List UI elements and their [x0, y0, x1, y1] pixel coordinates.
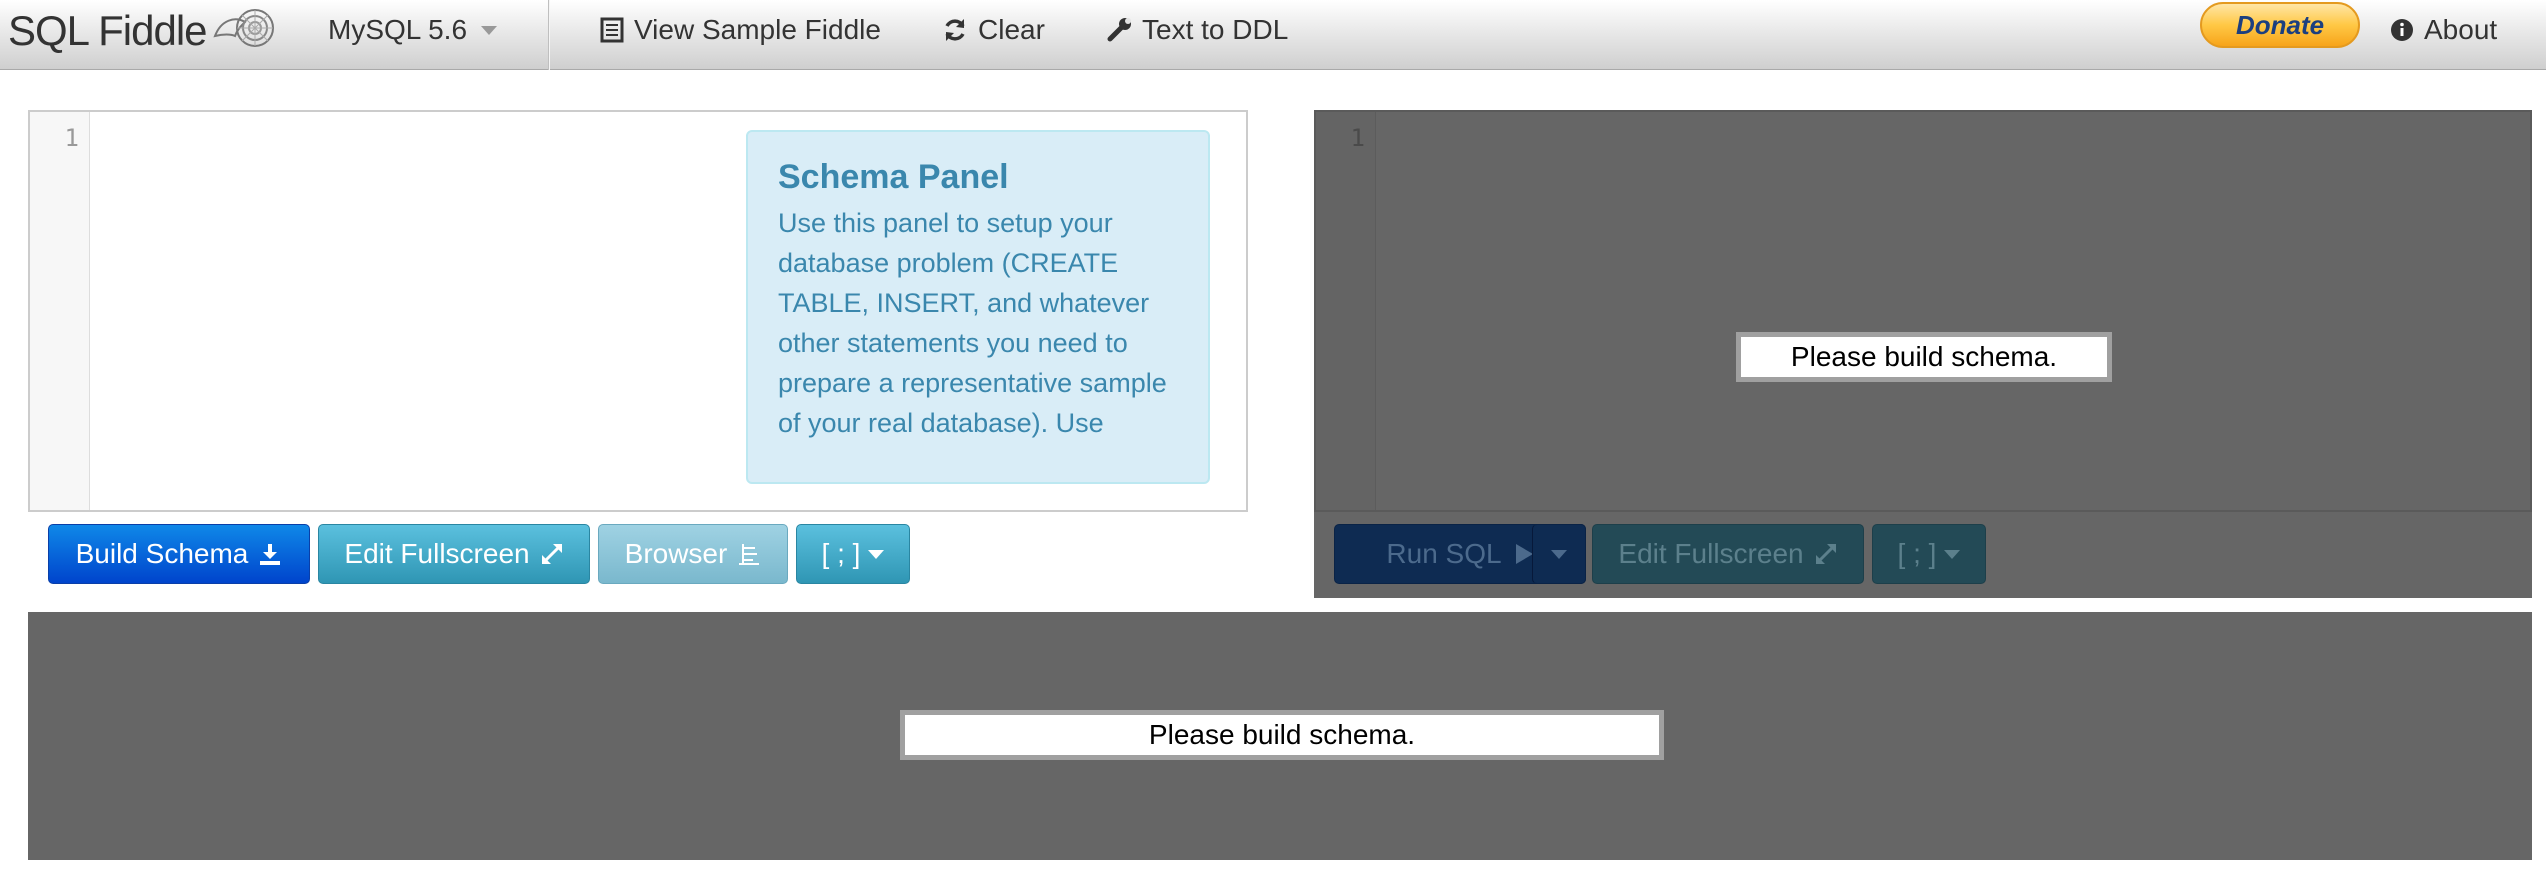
build-schema-button[interactable]: Build Schema	[48, 524, 310, 584]
donate-button[interactable]: Donate	[2200, 2, 2360, 48]
query-terminator-label: [ ; ]	[1897, 538, 1937, 569]
query-editor-gutter: 1	[1316, 112, 1376, 510]
browser-button[interactable]: Browser	[598, 524, 788, 584]
download-icon	[260, 544, 281, 565]
brand-name: SQL Fiddle	[8, 7, 208, 54]
view-sample-fiddle-link[interactable]: View Sample Fiddle	[600, 0, 881, 60]
schema-help-title: Schema Panel	[778, 158, 1009, 196]
line-number: 1	[1350, 124, 1365, 152]
refresh-icon	[945, 19, 965, 41]
clear-label: Clear	[978, 14, 1045, 45]
chevron-down-icon	[1944, 549, 1961, 559]
run-sql-options-dropdown[interactable]	[1532, 524, 1586, 584]
schema-statement-terminator-dropdown[interactable]: [ ; ]	[796, 524, 910, 584]
top-navbar: SQL Fiddle MySQL 5.6 View Sample Fiddle	[0, 0, 2546, 70]
wrench-icon	[1107, 18, 1131, 42]
info-circle-icon	[2391, 19, 2413, 41]
schema-edit-fullscreen-button[interactable]: Edit Fullscreen	[318, 524, 590, 584]
database-version-label: MySQL 5.6	[328, 14, 468, 45]
schema-editor[interactable]: 1 Schema Panel Use this panel to setup y…	[28, 110, 1248, 512]
document-list-icon	[600, 17, 624, 43]
play-icon	[1515, 544, 1533, 564]
browser-label: Browser	[624, 538, 728, 569]
query-statement-terminator-dropdown[interactable]: [ ; ]	[1872, 524, 1986, 584]
expand-icon	[1815, 544, 1836, 564]
donate-label: Donate	[2235, 9, 2325, 40]
query-build-schema-message: Please build schema.	[1736, 332, 2112, 382]
schema-edit-fullscreen-label: Edit Fullscreen	[344, 538, 530, 569]
chevron-down-icon	[868, 549, 885, 559]
schema-terminator-label: [ ; ]	[821, 538, 861, 569]
run-sql-label: Run SQL	[1386, 538, 1502, 569]
query-edit-fullscreen-button[interactable]: Edit Fullscreen	[1592, 524, 1864, 584]
query-edit-fullscreen-label: Edit Fullscreen	[1618, 538, 1804, 569]
query-build-schema-text: Please build schema.	[1790, 341, 2058, 372]
results-panel: Please build schema.	[28, 612, 2532, 860]
about-label: About	[2424, 14, 2498, 45]
chevron-down-icon	[481, 25, 498, 35]
schema-help-text: Use this panel to setup your database pr…	[778, 208, 1167, 438]
text-to-ddl-link[interactable]: Text to DDL	[1106, 0, 1288, 60]
schema-editor-gutter: 1	[30, 112, 90, 510]
brand-logo-link[interactable]: SQL Fiddle	[8, 0, 277, 62]
about-link[interactable]: About	[2390, 0, 2497, 60]
schema-help-popover: Schema Panel Use this panel to setup you…	[746, 130, 1210, 484]
line-number: 1	[64, 124, 79, 152]
text-to-ddl-label: Text to DDL	[1142, 14, 1289, 45]
results-build-schema-text: Please build schema.	[1148, 719, 1416, 750]
database-version-dropdown[interactable]: MySQL 5.6	[328, 0, 498, 60]
query-panel: 1 Please build schema. Run SQL Edit Full…	[1314, 110, 2532, 598]
query-editor[interactable]: 1	[1314, 110, 2532, 512]
expand-icon	[541, 544, 562, 564]
clear-link[interactable]: Clear	[942, 0, 1045, 60]
dolphin-logo-icon	[212, 9, 274, 47]
build-schema-label: Build Schema	[75, 538, 249, 569]
view-sample-fiddle-label: View Sample Fiddle	[634, 14, 881, 45]
tree-structure-icon	[739, 544, 760, 565]
navbar-divider	[548, 0, 550, 70]
chevron-down-icon	[1551, 550, 1567, 559]
results-build-schema-message: Please build schema.	[900, 710, 1664, 760]
